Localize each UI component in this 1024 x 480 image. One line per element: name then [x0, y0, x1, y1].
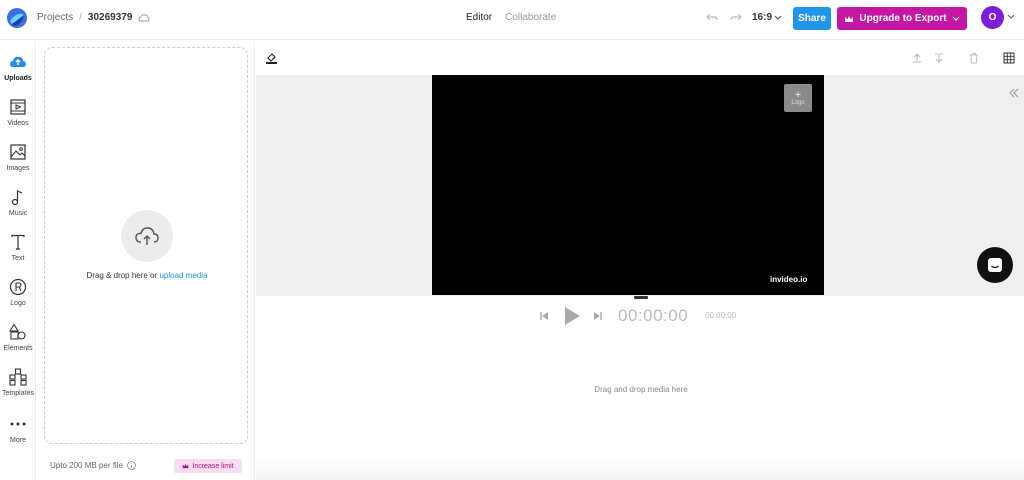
more-dots-icon: [10, 422, 26, 426]
sidebar-item-label: Uploads: [4, 75, 32, 82]
sidebar: Uploads Videos Images Music Text Logo El…: [0, 41, 36, 480]
editor-toolbar: [256, 41, 1024, 75]
bottom-shadow: [256, 460, 1024, 480]
chevron-down-icon: [774, 15, 782, 20]
background-fill-icon[interactable]: [265, 51, 278, 64]
sidebar-item-images[interactable]: Images: [0, 143, 36, 172]
sidebar-item-label: Logo: [10, 300, 26, 307]
sidebar-item-elements[interactable]: Elements: [0, 323, 36, 352]
watermark: invideo.io: [770, 275, 808, 284]
sidebar-item-label: More: [10, 437, 26, 444]
send-backward-icon[interactable]: [933, 52, 945, 64]
sidebar-item-templates[interactable]: Templates: [0, 368, 36, 397]
grid-icon[interactable]: [1003, 52, 1015, 64]
increase-limit-label: Increase limit: [192, 462, 234, 470]
sidebar-item-label: Text: [11, 255, 25, 262]
registered-icon: [9, 278, 27, 296]
crown-icon: [183, 463, 189, 469]
undo-redo-group: [706, 11, 742, 23]
sidebar-item-uploads[interactable]: Uploads: [0, 53, 36, 82]
increase-limit-button[interactable]: Increase limit: [174, 459, 242, 473]
music-note-icon: [11, 190, 23, 206]
mode-switcher: Editor Collaborate: [466, 12, 556, 23]
current-time: 00:00:00: [618, 306, 689, 325]
upload-button[interactable]: [121, 210, 173, 262]
project-id[interactable]: 30269379: [88, 12, 133, 23]
aspect-ratio-value: 16:9: [752, 12, 773, 23]
shapes-icon: [9, 323, 26, 340]
tab-editor[interactable]: Editor: [466, 12, 492, 23]
sidebar-item-logo[interactable]: Logo: [0, 278, 36, 307]
upgrade-label: Upgrade to Export: [859, 13, 947, 24]
info-icon[interactable]: [127, 461, 136, 470]
sidebar-item-videos[interactable]: Videos: [0, 98, 36, 127]
chevrons-left-icon[interactable]: [1008, 87, 1020, 99]
skip-back-icon[interactable]: [539, 311, 549, 321]
upload-dropzone[interactable]: Drag & drop here or upload media: [44, 47, 248, 444]
delete-icon[interactable]: [968, 52, 980, 64]
skip-forward-icon[interactable]: [593, 311, 603, 321]
timeline-empty-text: Drag and drop media here: [594, 385, 688, 394]
crown-icon: [845, 15, 854, 22]
user-avatar[interactable]: O: [981, 6, 1004, 29]
cloud-upload-icon: [135, 227, 159, 245]
chevron-down-icon[interactable]: [1007, 14, 1015, 20]
chat-support-button[interactable]: [977, 247, 1013, 283]
invideo-logo-icon[interactable]: [6, 7, 28, 29]
upload-limit: Upto 200 MB per file: [50, 461, 136, 470]
playback-controls: 00:00:00 00:00:00: [256, 303, 1024, 331]
text-icon: [11, 234, 25, 250]
canvas-area: + Logo invideo.io: [256, 75, 1024, 296]
plus-icon: +: [794, 89, 802, 101]
add-logo-button[interactable]: + Logo: [784, 84, 812, 112]
redo-icon[interactable]: [730, 11, 742, 23]
aspect-ratio-dropdown[interactable]: 16:9: [752, 12, 782, 23]
sidebar-item-more[interactable]: More: [0, 415, 36, 444]
top-bar: Projects / 30269379 Editor Collaborate 1…: [0, 0, 1024, 40]
sidebar-item-label: Videos: [7, 120, 29, 127]
video-preview[interactable]: + Logo invideo.io: [432, 75, 824, 295]
breadcrumb-projects-link[interactable]: Projects: [37, 12, 73, 23]
cloud-saved-icon: [138, 13, 150, 21]
sidebar-item-music[interactable]: Music: [0, 188, 36, 217]
timeline[interactable]: Drag and drop media here: [256, 331, 1024, 480]
templates-icon: [9, 368, 27, 386]
add-logo-label: Logo: [791, 100, 805, 106]
play-icon[interactable]: [563, 306, 581, 326]
share-button[interactable]: Share: [793, 7, 831, 30]
dropzone-text: Drag & drop here or upload media: [45, 271, 249, 280]
upgrade-to-export-button[interactable]: Upgrade to Export: [837, 7, 967, 30]
breadcrumb-separator: /: [79, 12, 82, 23]
resize-handle[interactable]: [634, 296, 648, 299]
chevron-down-icon: [952, 16, 960, 21]
upload-limit-footer: Upto 200 MB per file Increase limit: [37, 453, 255, 480]
sidebar-item-label: Music: [8, 210, 28, 217]
upload-limit-text: Upto 200 MB per file: [50, 461, 123, 470]
image-icon: [10, 144, 26, 160]
sidebar-item-label: Templates: [2, 390, 34, 397]
uploads-panel: Drag & drop here or upload media Upto 20…: [37, 41, 255, 480]
sidebar-item-text[interactable]: Text: [0, 233, 36, 262]
total-duration: 00:00:00: [705, 311, 737, 320]
chat-icon: [988, 258, 1002, 272]
sidebar-item-label: Images: [6, 165, 30, 172]
bring-forward-icon[interactable]: [911, 52, 923, 64]
undo-icon[interactable]: [706, 11, 718, 23]
cloud-upload-icon: [10, 56, 26, 67]
sidebar-item-label: Elements: [3, 345, 33, 352]
breadcrumb: Projects / 30269379: [37, 12, 150, 23]
tab-collaborate[interactable]: Collaborate: [505, 12, 556, 23]
video-icon: [10, 99, 26, 115]
upload-media-link[interactable]: upload media: [159, 271, 207, 280]
dropzone-instruction: Drag & drop here or: [86, 271, 158, 280]
